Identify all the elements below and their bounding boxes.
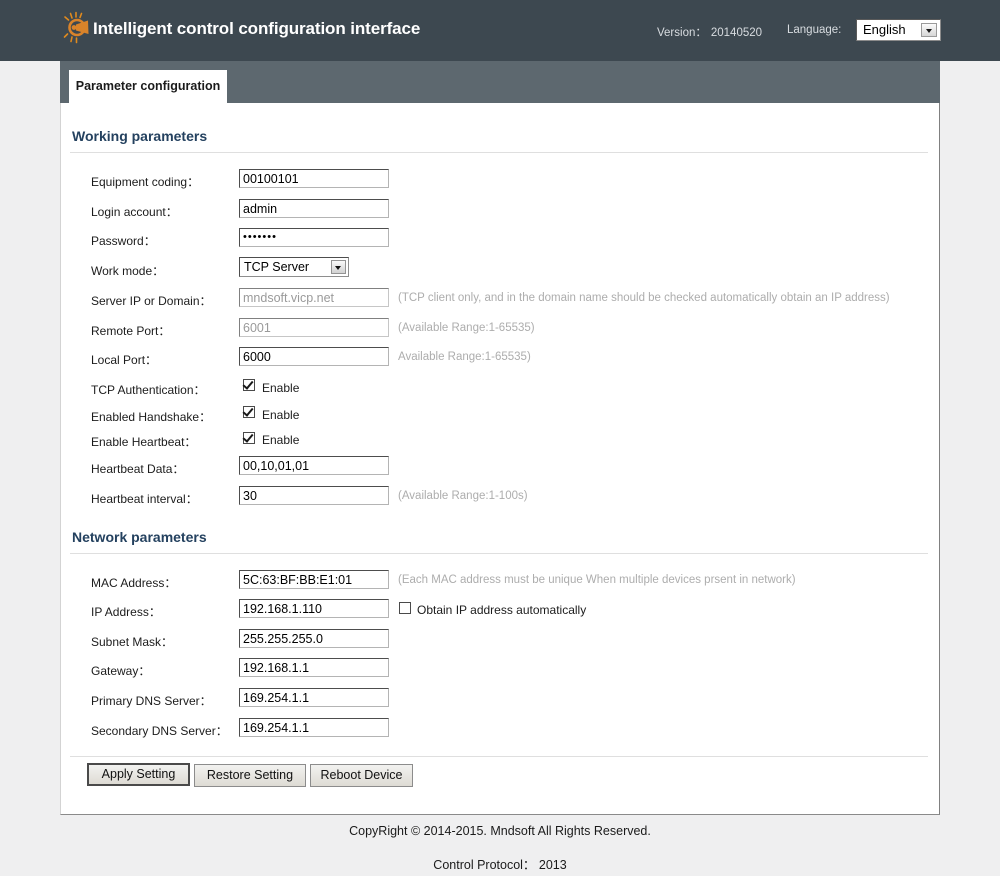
label-work-mode: Work mode： (91, 264, 165, 278)
actions-divider (70, 756, 928, 757)
checkbox-tcp-authentication[interactable] (243, 379, 255, 391)
working-parameters-divider (70, 152, 928, 153)
version-label: Version： (657, 27, 707, 39)
input-gateway[interactable] (239, 658, 389, 677)
network-parameters-divider (70, 553, 928, 554)
version-value: 20140520 (710, 27, 763, 39)
chevron-down-icon[interactable] (331, 260, 346, 274)
app-header: Intelligent control configuration interf… (0, 0, 1000, 61)
language-label: Language: (787, 24, 842, 36)
network-parameters-heading: Network parameters (72, 529, 207, 545)
version-info: Version： 20140520 (657, 24, 762, 40)
reboot-device-button[interactable]: Reboot Device (310, 764, 413, 787)
checkbox-obtain-ip-automatically[interactable] (399, 602, 411, 614)
lightbulb-idea-icon (63, 11, 97, 45)
label-tcp-authentication: TCP Authentication： (91, 383, 206, 397)
label-equipment-coding: Equipment coding： (91, 175, 200, 189)
label-remote-port: Remote Port： (91, 324, 171, 338)
input-heartbeat-interval[interactable] (239, 486, 389, 505)
input-equipment-coding[interactable] (239, 169, 389, 188)
label-heartbeat-data: Heartbeat Data： (91, 462, 185, 476)
input-primary-dns-server[interactable] (239, 688, 389, 707)
language-select[interactable]: English (856, 19, 941, 41)
checkbox-enabled-handshake[interactable] (243, 406, 255, 418)
header-content: Intelligent control configuration interf… (60, 0, 1000, 61)
language-select-value: English (863, 22, 906, 37)
label-local-port: Local Port： (91, 353, 158, 367)
input-subnet-mask[interactable] (239, 629, 389, 648)
input-heartbeat-data[interactable] (239, 456, 389, 475)
label-subnet-mask: Subnet Mask： (91, 635, 174, 649)
footer-control-protocol: Control Protocol： 2013 (433, 858, 567, 872)
select-work-mode-value: TCP Server (244, 260, 310, 274)
input-mac-address[interactable] (239, 570, 389, 589)
input-remote-port[interactable] (239, 318, 389, 337)
input-server-ip-or-domain[interactable] (239, 288, 389, 307)
app-title: Intelligent control configuration interf… (93, 19, 421, 38)
hint-server-ip-or-domain: (TCP client only, and in the domain name… (398, 292, 890, 304)
tab-bar: Parameter configuration (60, 61, 940, 103)
label-password: Password： (91, 234, 156, 248)
apply-setting-button[interactable]: Apply Setting (87, 763, 190, 786)
hint-mac-address: (Each MAC address must be unique When mu… (398, 574, 796, 586)
label-login-account: Login account： (91, 205, 178, 219)
checkbox-label-obtain-ip-automatically: Obtain IP address automatically (417, 603, 587, 617)
restore-setting-button[interactable]: Restore Setting (194, 764, 306, 787)
label-primary-dns-server: Primary DNS Server： (91, 694, 212, 708)
footer-copyright: CopyRight © 2014-2015. Mndsoft All Right… (349, 824, 651, 838)
label-heartbeat-interval: Heartbeat interval： (91, 492, 198, 506)
hint-local-port: Available Range:1-65535) (398, 351, 531, 363)
input-ip-address[interactable] (239, 599, 389, 618)
checkbox-label-enabled-handshake: Enable (262, 408, 300, 422)
label-ip-address: IP Address： (91, 605, 161, 619)
label-enable-heartbeat: Enable Heartbeat： (91, 435, 197, 449)
label-secondary-dns-server: Secondary DNS Server： (91, 724, 228, 738)
hint-remote-port: (Available Range:1-65535) (398, 322, 535, 334)
label-server-ip-or-domain: Server IP or Domain： (91, 294, 212, 308)
input-secondary-dns-server[interactable] (239, 718, 389, 737)
checkbox-label-enable-heartbeat: Enable (262, 433, 300, 447)
label-gateway: Gateway： (91, 664, 151, 678)
chevron-down-icon[interactable] (921, 23, 937, 37)
input-login-account[interactable] (239, 199, 389, 218)
tab-parameter-configuration[interactable]: Parameter configuration (69, 70, 227, 103)
checkbox-label-tcp-authentication: Enable (262, 381, 300, 395)
label-mac-address: MAC Address： (91, 576, 177, 590)
checkbox-enable-heartbeat[interactable] (243, 432, 255, 444)
hint-heartbeat-interval: (Available Range:1-100s) (398, 490, 528, 502)
label-enabled-handshake: Enabled Handshake： (91, 410, 212, 424)
select-work-mode[interactable]: TCP Server (239, 257, 349, 277)
input-local-port[interactable] (239, 347, 389, 366)
configuration-panel: Working parameters Equipment coding： Log… (60, 103, 940, 815)
input-password[interactable] (239, 228, 389, 247)
working-parameters-heading: Working parameters (72, 128, 208, 144)
